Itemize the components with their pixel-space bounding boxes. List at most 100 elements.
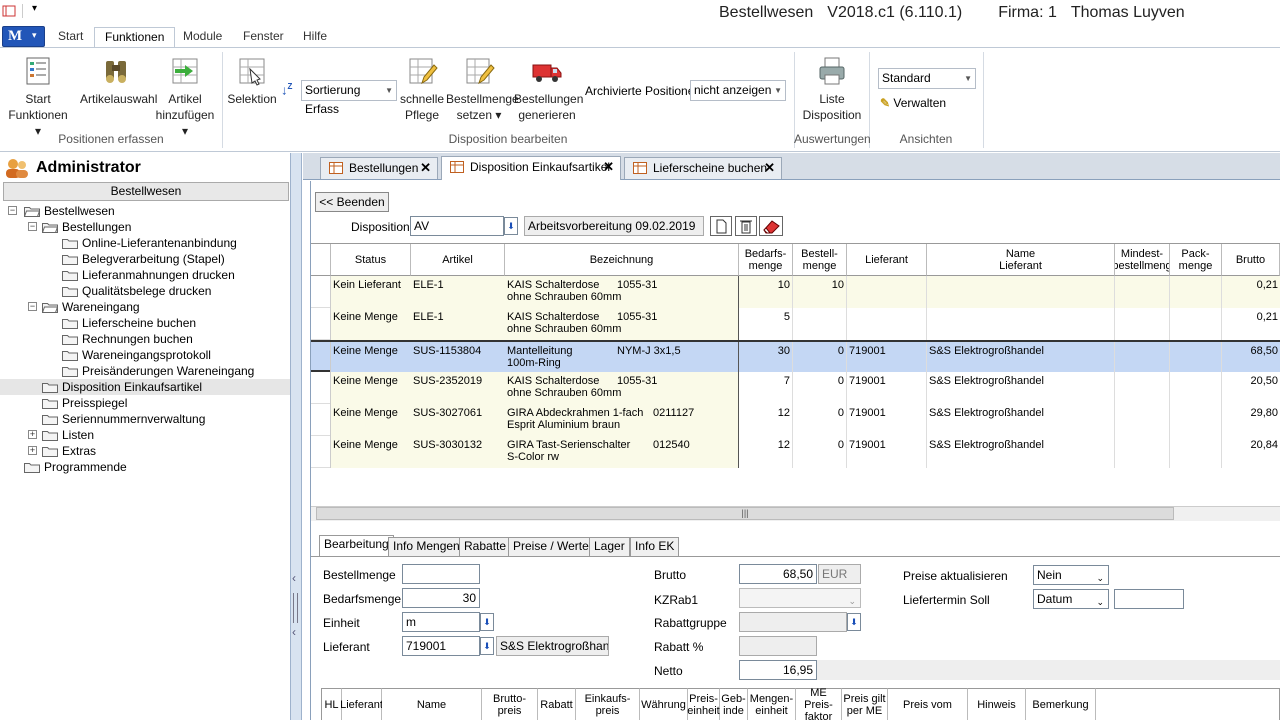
cell-brutto[interactable]: 20,50 <box>1222 372 1280 404</box>
tree-item[interactable]: Lieferanmahnungen drucken <box>0 267 290 283</box>
tab-module[interactable]: Module <box>173 27 232 47</box>
tab-lager[interactable]: Lager <box>589 537 630 556</box>
tree-item[interactable]: Seriennummernverwaltung <box>0 411 290 427</box>
tab-info-ek[interactable]: Info EK <box>630 537 680 556</box>
cell-bestellmenge[interactable] <box>793 308 847 340</box>
splitter[interactable]: ‹ ‹ <box>290 153 302 720</box>
scrollbar-thumb[interactable]: ||| <box>316 507 1174 520</box>
cell-lieferant[interactable] <box>847 276 927 308</box>
start-funktionen-button[interactable]: Start Funktionen ▾ <box>6 55 70 139</box>
column-header[interactable]: Bemerkung <box>1026 688 1096 720</box>
column-header[interactable]: Brutto- preis <box>482 688 538 720</box>
doc-tab-bestellungen[interactable]: Bestellungen ✕ <box>320 157 438 179</box>
column-header[interactable]: Geb- inde <box>720 688 748 720</box>
sortierung-select[interactable]: Sortierung Erfass ▼ <box>301 80 397 116</box>
table-row[interactable]: Kein Lieferant ELE-1 KAIS Schalterdose 1055… <box>311 276 1280 308</box>
column-header[interactable]: Preis gilt per ME <box>842 688 888 720</box>
bestellmenge-setzen-button[interactable]: Bestellmenge setzen ▾ <box>446 55 519 123</box>
bedarfsmenge-input[interactable]: 30 <box>402 588 480 608</box>
table-row[interactable]: Keine Menge SUS-3030132 GIRA Tast-Seriensc… <box>311 436 1280 468</box>
tab-info-mengen[interactable]: Info Mengen <box>388 537 465 556</box>
column-header[interactable]: Mindest- bestellmeng <box>1115 244 1170 276</box>
tree-item[interactable]: + Extras <box>0 443 290 459</box>
collapse-icon[interactable]: − <box>8 206 17 215</box>
verwalten-button[interactable]: ✎ Verwalten <box>880 96 946 110</box>
column-header[interactable]: Artikel <box>411 244 505 276</box>
row-selector[interactable] <box>311 404 331 436</box>
table-row[interactable]: Keine Menge SUS-2352019 KAIS Schalterdose 1… <box>311 372 1280 404</box>
cell-lieferant[interactable]: 719001 <box>847 342 927 374</box>
tree-item[interactable]: + Listen <box>0 427 290 443</box>
column-header[interactable]: Name Lieferant <box>927 244 1115 276</box>
eraser-icon[interactable] <box>759 216 783 236</box>
column-header[interactable]: Bezeichnung <box>505 244 739 276</box>
bestellmenge-input[interactable] <box>402 564 480 584</box>
trash-icon[interactable] <box>735 216 757 236</box>
tree-item[interactable]: − Wareneingang <box>0 299 290 315</box>
column-header[interactable]: Status <box>331 244 411 276</box>
artikel-hinzufuegen-button[interactable]: Artikel hinzufügen ▾ <box>152 55 218 139</box>
cell-packmenge[interactable] <box>1170 276 1222 308</box>
tree-item[interactable]: Preisänderungen Wareneingang <box>0 363 290 379</box>
tree-item[interactable]: Preisspiegel <box>0 395 290 411</box>
tree-item[interactable]: Qualitätsbelege drucken <box>0 283 290 299</box>
ansicht-select[interactable]: Standard ▼ <box>878 68 976 89</box>
quick-access-icon[interactable] <box>2 4 16 18</box>
doc-tab-disposition[interactable]: Disposition Einkaufsartikel ✕ <box>441 156 621 180</box>
tree-item[interactable]: Programmende <box>0 459 290 475</box>
cell-mindestmenge[interactable] <box>1115 372 1170 404</box>
tree-item[interactable]: Disposition Einkaufsartikel <box>0 379 290 395</box>
tab-start[interactable]: Start <box>48 27 93 47</box>
column-header[interactable]: Brutto <box>1222 244 1280 276</box>
collapse-left-icon[interactable]: ‹ <box>292 625 296 639</box>
einheit-input[interactable]: m <box>402 612 480 632</box>
table-row[interactable]: Keine Menge SUS-3027061 GIRA Abdeckrahmen … <box>311 404 1280 436</box>
kzrab1-select[interactable]: ⌄ <box>739 588 861 608</box>
cell-brutto[interactable]: 29,80 <box>1222 404 1280 436</box>
column-header[interactable]: Name <box>382 688 482 720</box>
selektion-button[interactable]: Selektion <box>227 55 277 107</box>
cell-bestellmenge[interactable]: 10 <box>793 276 847 308</box>
column-header[interactable]: HL <box>322 688 342 720</box>
liefertermin-select[interactable]: Datum ⌄ <box>1033 589 1109 609</box>
brutto-input[interactable]: 68,50 <box>739 564 817 584</box>
new-doc-icon[interactable] <box>710 216 732 236</box>
cell-brutto[interactable]: 68,50 <box>1222 342 1280 374</box>
tree-item[interactable]: − Bestellwesen <box>0 203 290 219</box>
cell-brutto[interactable]: 20,84 <box>1222 436 1280 468</box>
liste-disposition-button[interactable]: Liste Disposition <box>800 55 864 123</box>
cell-lieferant[interactable]: 719001 <box>847 436 927 468</box>
expand-icon[interactable]: + <box>28 430 37 439</box>
picker-icon[interactable]: ⬇ <box>847 613 861 631</box>
cell-brutto[interactable]: 0,21 <box>1222 308 1280 340</box>
column-header[interactable]: Währung <box>640 688 688 720</box>
close-icon[interactable]: ✕ <box>764 158 775 178</box>
tab-rabatte[interactable]: Rabatte <box>459 537 512 556</box>
bestellungen-generieren-button[interactable]: Bestellungen generieren <box>514 55 583 123</box>
tab-fenster[interactable]: Fenster <box>233 27 294 47</box>
picker-icon[interactable]: ⬇ <box>480 613 494 631</box>
qa-dropdown-icon[interactable]: ▾ <box>32 3 37 14</box>
column-header[interactable]: Hinweis <box>968 688 1026 720</box>
cell-bedarfsmenge[interactable]: 12 <box>739 436 793 468</box>
cell-bedarfsmenge[interactable]: 12 <box>739 404 793 436</box>
collapse-left-icon[interactable]: ‹ <box>292 571 296 585</box>
table-row[interactable]: Keine Menge ELE-1 KAIS Schalterdose 1055-31… <box>311 308 1280 340</box>
doc-tab-lieferscheine[interactable]: Lieferscheine buchen ✕ <box>624 157 782 179</box>
tree-item[interactable]: Rechnungen buchen <box>0 331 290 347</box>
tree-item[interactable]: Lieferscheine buchen <box>0 315 290 331</box>
picker-icon[interactable]: ⬇ <box>504 217 518 235</box>
tree-item[interactable]: Wareneingangsprotokoll <box>0 347 290 363</box>
app-menu-button[interactable]: M ▾ <box>2 26 45 47</box>
cell-mindestmenge[interactable] <box>1115 436 1170 468</box>
cell-bestellmenge[interactable]: 0 <box>793 436 847 468</box>
cell-mindestmenge[interactable] <box>1115 342 1170 374</box>
schnelle-pflege-button[interactable]: schnelle Pflege <box>400 55 444 123</box>
column-header[interactable]: Lieferant <box>847 244 927 276</box>
artikelauswahl-button[interactable]: Artikelauswahl <box>80 55 157 107</box>
cell-lieferant[interactable]: 719001 <box>847 372 927 404</box>
row-selector[interactable] <box>311 308 331 340</box>
close-icon[interactable]: ✕ <box>420 158 431 178</box>
tab-hilfe[interactable]: Hilfe <box>293 27 337 47</box>
cell-mindestmenge[interactable] <box>1115 308 1170 340</box>
